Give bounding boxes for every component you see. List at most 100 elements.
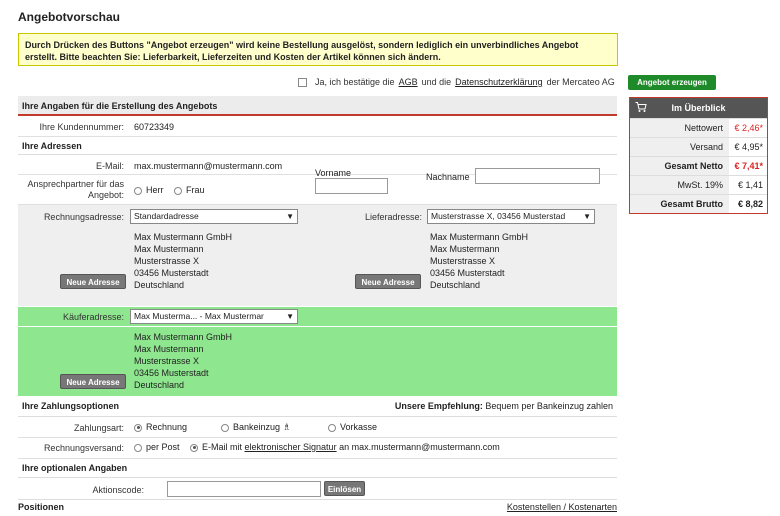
overview-row-total-net: Gesamt Netto € 7,41* bbox=[630, 156, 767, 175]
redeem-button[interactable]: Einlösen bbox=[324, 481, 365, 496]
delivery-address-value: Musterstrasse X, 03456 Musterstad bbox=[431, 211, 566, 221]
vorkasse-label: Vorkasse bbox=[340, 422, 378, 432]
recommendation-label: Unsere Empfehlung: bbox=[394, 401, 483, 411]
page-title: Angebotvorschau bbox=[18, 10, 121, 24]
address-line: Max Mustermann bbox=[430, 244, 500, 254]
billing-address-label: Rechnungsadresse: bbox=[43, 212, 124, 222]
contact-row: Ansprechpartner für das Angebot: Herr Fr… bbox=[18, 168, 617, 205]
address-line: Musterstrasse X bbox=[134, 256, 200, 266]
overview-label: Nettowert bbox=[630, 119, 729, 137]
frau-radio[interactable] bbox=[174, 186, 182, 195]
post-label: per Post bbox=[146, 442, 180, 452]
email-suffix: an max.mustermann@mustermann.com bbox=[339, 442, 500, 452]
address-line: Max Mustermann GmbH bbox=[134, 332, 233, 342]
offer-form: Ihre Angaben für die Erstellung des Ange… bbox=[18, 96, 617, 514]
agb-link[interactable]: AGB bbox=[399, 77, 418, 87]
payment-heading-row: Ihre Zahlungsoptionen Unsere Empfehlung:… bbox=[18, 396, 617, 417]
firstname-label: Vorname bbox=[315, 168, 352, 178]
agb-prefix: Ja, ich bestätige die bbox=[315, 77, 395, 87]
payment-bankeinzug[interactable]: Bankeinzug ♗ bbox=[221, 422, 291, 433]
addresses-heading: Ihre Adressen bbox=[18, 137, 617, 155]
overview-row-total-gross: Gesamt Brutto € 8,82 bbox=[630, 194, 767, 213]
signature-link[interactable]: elektronischer Signatur bbox=[245, 442, 337, 452]
chevron-down-icon: ▼ bbox=[583, 212, 591, 221]
email-label: E-Mail: bbox=[95, 161, 124, 171]
delivery-address-select[interactable]: Musterstrasse X, 03456 Musterstad ▼ bbox=[427, 209, 595, 224]
rechnung-radio[interactable] bbox=[134, 423, 142, 432]
create-offer-button[interactable]: Angebot erzeugen bbox=[628, 75, 716, 90]
rechnung-label: Rechnung bbox=[146, 422, 188, 432]
overview-row-net: Nettowert € 2,46* bbox=[630, 118, 767, 137]
buyer-address-select[interactable]: Max Musterma... - Max Mustermar ▼ bbox=[130, 309, 298, 324]
overview-value: € 8,82 bbox=[737, 199, 763, 209]
lastname-input[interactable] bbox=[475, 168, 600, 184]
overview-panel: Im Überblick Nettowert € 2,46* Versand €… bbox=[629, 97, 768, 214]
firstname-input[interactable] bbox=[315, 178, 388, 194]
recommendation-value: Bequem per Bankeinzug zahlen bbox=[485, 401, 613, 411]
action-code-input[interactable] bbox=[167, 481, 321, 497]
divider bbox=[18, 326, 617, 327]
bankeinzug-radio[interactable] bbox=[221, 423, 229, 432]
herr-radio[interactable] bbox=[134, 186, 142, 195]
address-block: Rechnungsadresse: Standardadresse ▼ Liefe… bbox=[18, 205, 617, 306]
overview-label: MwSt. 19% bbox=[630, 176, 729, 194]
vorkasse-radio[interactable] bbox=[328, 423, 336, 432]
address-line: Deutschland bbox=[430, 280, 481, 290]
optional-heading: Ihre optionalen Angaben bbox=[18, 459, 617, 478]
overview-value: € 4,95* bbox=[734, 142, 763, 152]
overview-label: Gesamt Netto bbox=[630, 157, 729, 175]
new-billing-address-button[interactable]: Neue Adresse bbox=[60, 274, 126, 289]
buyer-address-label: Käuferadresse: bbox=[62, 312, 124, 322]
dispatch-post[interactable]: per Post bbox=[134, 442, 180, 452]
email-radio[interactable] bbox=[190, 443, 198, 452]
dispatch-email[interactable]: E-Mail mit elektronischer Signatur an ma… bbox=[190, 442, 500, 452]
new-buyer-address-button[interactable]: Neue Adresse bbox=[60, 374, 126, 389]
agb-suffix: der Mercateo AG bbox=[546, 77, 615, 87]
billing-address-value: Standardadresse bbox=[134, 211, 199, 221]
agb-middle: und die bbox=[421, 77, 452, 87]
agb-confirmation: Ja, ich bestätige die AGB und die Datens… bbox=[298, 77, 615, 87]
payment-method-row: Zahlungsart: Rechnung Bankeinzug ♗ Vorka… bbox=[18, 417, 617, 438]
address-line: Musterstrasse X bbox=[430, 256, 496, 266]
overview-value: € 1,41 bbox=[737, 180, 763, 190]
billing-address-text: Max Mustermann GmbH Max Mustermann Muste… bbox=[134, 231, 232, 291]
buyer-address-value: Max Musterma... - Max Mustermar bbox=[134, 311, 264, 321]
dispatch-label: Rechnungsversand: bbox=[43, 443, 124, 453]
info-person-icon[interactable]: ♗ bbox=[283, 422, 291, 432]
email-value: max.mustermann@mustermann.com bbox=[134, 161, 283, 171]
payment-heading: Ihre Zahlungsoptionen bbox=[22, 401, 119, 411]
address-line: Max Mustermann bbox=[134, 344, 204, 354]
email-prefix: E-Mail mit bbox=[202, 442, 242, 452]
chevron-down-icon: ▼ bbox=[286, 312, 294, 321]
address-line: 03456 Musterstadt bbox=[134, 268, 209, 278]
billing-address-select[interactable]: Standardadresse ▼ bbox=[130, 209, 298, 224]
address-line: 03456 Musterstadt bbox=[430, 268, 505, 278]
overview-header: Im Überblick bbox=[630, 98, 767, 118]
cost-center-link[interactable]: Kostenstellen / Kostenarten bbox=[507, 502, 617, 512]
lastname-label: Nachname bbox=[426, 172, 470, 182]
action-code-row: Aktionscode: Einlösen bbox=[18, 478, 617, 500]
salutation-frau[interactable]: Frau bbox=[174, 185, 205, 195]
new-delivery-address-button[interactable]: Neue Adresse bbox=[355, 274, 421, 289]
salutation-herr[interactable]: Herr bbox=[134, 185, 164, 195]
action-code-label: Aktionscode: bbox=[92, 485, 144, 495]
section-header: Ihre Angaben für die Erstellung des Ange… bbox=[18, 96, 617, 116]
overview-row-vat: MwSt. 19% € 1,41 bbox=[630, 175, 767, 194]
privacy-link[interactable]: Datenschutzerklärung bbox=[455, 77, 543, 87]
payment-recommendation: Unsere Empfehlung: Bequem per Bankeinzug… bbox=[395, 396, 613, 417]
address-line: Deutschland bbox=[134, 380, 185, 390]
herr-label: Herr bbox=[146, 185, 164, 195]
bankeinzug-label: Bankeinzug bbox=[233, 422, 281, 432]
overview-row-shipping: Versand € 4,95* bbox=[630, 137, 767, 156]
customer-number-row: Ihre Kundennummer: 60723349 bbox=[18, 116, 617, 137]
payment-vorkasse[interactable]: Vorkasse bbox=[328, 422, 377, 432]
customer-number-value: 60723349 bbox=[134, 122, 175, 132]
agb-checkbox[interactable] bbox=[298, 77, 307, 87]
address-line: Max Mustermann bbox=[134, 244, 204, 254]
payment-method-label: Zahlungsart: bbox=[73, 423, 124, 433]
post-radio[interactable] bbox=[134, 443, 142, 452]
address-line: Max Mustermann GmbH bbox=[430, 232, 529, 242]
payment-rechnung[interactable]: Rechnung bbox=[134, 422, 187, 432]
delivery-address-text: Max Mustermann GmbH Max Mustermann Muste… bbox=[430, 231, 528, 291]
delivery-address-label: Lieferadresse: bbox=[364, 212, 422, 222]
